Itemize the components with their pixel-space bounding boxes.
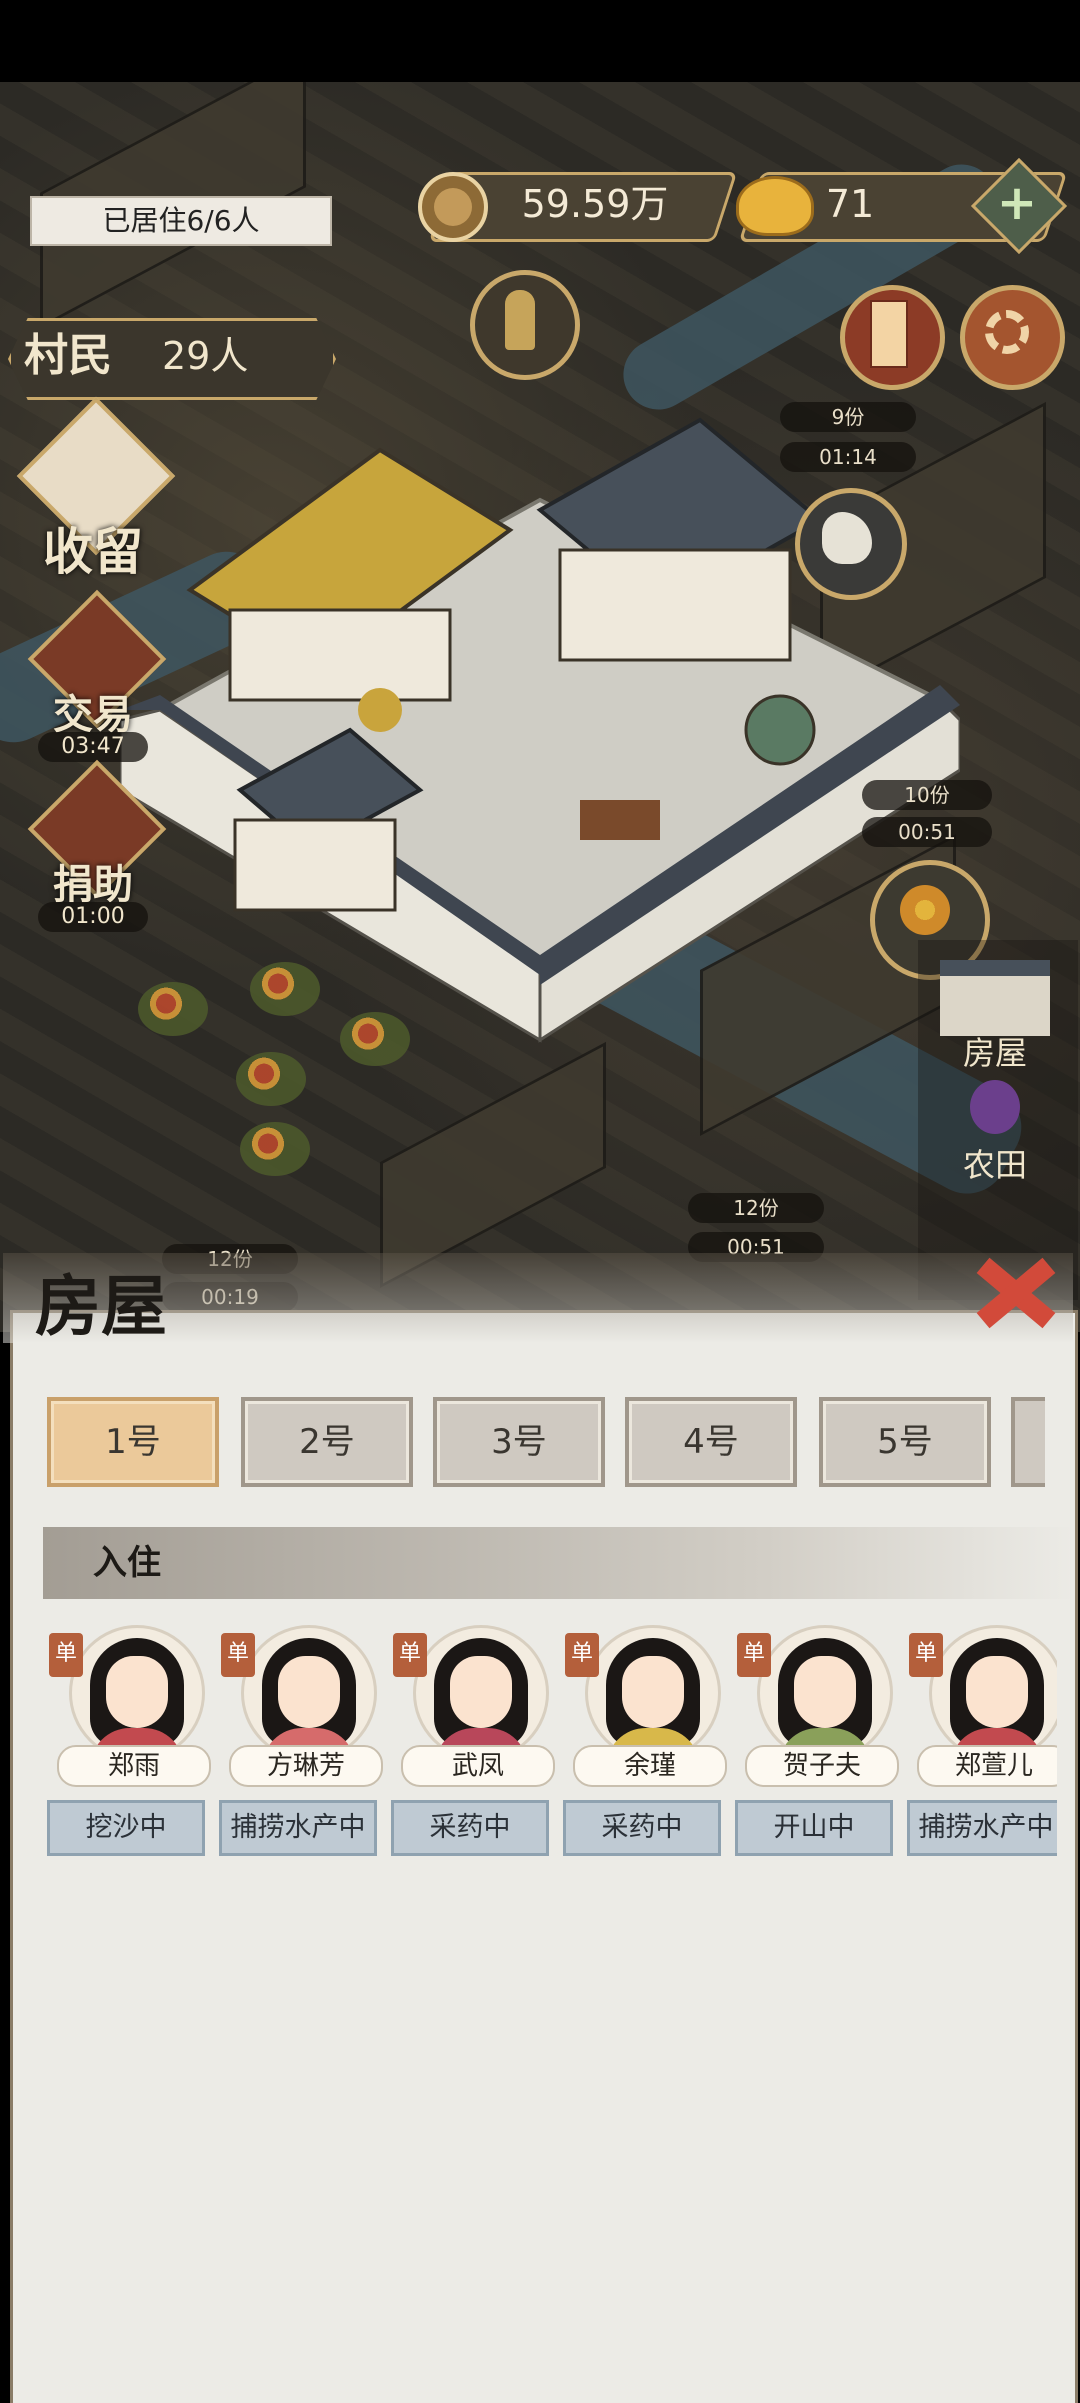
house-panel: 房屋 1号 2号 3号 4号 5号 入住 单 郑雨 挖沙中 单 方琳芳 捕捞水产… xyxy=(3,1253,1078,2403)
farm-menu-label: 农田 xyxy=(962,1146,1027,1184)
single-badge: 单 xyxy=(49,1633,83,1677)
single-badge: 单 xyxy=(909,1633,943,1677)
resident-job: 捕捞水产中 xyxy=(219,1800,377,1856)
resident-job: 捕捞水产中 xyxy=(907,1800,1057,1856)
single-badge: 单 xyxy=(737,1633,771,1677)
trade-button[interactable]: 交易 03:47 xyxy=(18,589,168,762)
tab-house-3[interactable]: 3号 xyxy=(433,1397,605,1487)
map-badge-qty: 12份 xyxy=(688,1193,824,1223)
panel-title: 房屋 xyxy=(35,1267,167,1345)
tab-house-4[interactable]: 4号 xyxy=(625,1397,797,1487)
villagers-label: 村民 xyxy=(24,330,112,381)
coin-icon xyxy=(418,172,488,242)
gate-body xyxy=(233,818,397,912)
map-badge-qty: 9份 xyxy=(780,402,916,432)
single-badge: 单 xyxy=(565,1633,599,1677)
section-title: 入住 xyxy=(93,1543,161,1583)
hall-right-body xyxy=(558,548,792,662)
letter-icon xyxy=(870,300,908,368)
basket xyxy=(358,688,402,732)
villagers-count: 29人 xyxy=(162,334,249,378)
tab-house-2[interactable]: 2号 xyxy=(241,1397,413,1487)
map-badge-time: 01:14 xyxy=(780,442,916,472)
resident-portrait xyxy=(241,1625,377,1761)
resident-portrait xyxy=(757,1625,893,1761)
close-button[interactable] xyxy=(973,1253,1059,1333)
house-icon xyxy=(940,960,1050,1036)
trade-timer: 03:47 xyxy=(38,732,148,762)
coins-value: 59.59万 xyxy=(521,182,669,226)
table xyxy=(580,800,660,840)
resident-name: 武凤 xyxy=(401,1745,555,1787)
map-badge-time: 00:51 xyxy=(862,817,992,847)
resident-card[interactable]: 单 郑雨 挖沙中 xyxy=(47,1625,219,1856)
status-bar xyxy=(0,0,1080,82)
resident-card[interactable]: 单 武凤 采药中 xyxy=(391,1625,563,1856)
gold-value: 71 xyxy=(825,182,875,226)
resident-portrait xyxy=(69,1625,205,1761)
map-badge-qty: 10份 xyxy=(862,780,992,810)
farm-menu-button[interactable]: 农田 xyxy=(920,1080,1070,1190)
gear-icon xyxy=(985,310,1029,354)
house-menu-button[interactable]: 房屋 xyxy=(920,960,1070,1080)
resident-portrait xyxy=(585,1625,721,1761)
donate-timer: 01:00 xyxy=(38,902,148,932)
wheat-icon xyxy=(505,290,535,350)
plus-icon: + xyxy=(996,175,1038,231)
shelter-label: 收留 xyxy=(43,522,143,581)
resident-portrait xyxy=(413,1625,549,1761)
resident-job: 采药中 xyxy=(391,1800,549,1856)
resident-name: 方琳芳 xyxy=(229,1745,383,1787)
shelter-button[interactable]: 收留 xyxy=(16,396,176,581)
resident-list: 单 郑雨 挖沙中 单 方琳芳 捕捞水产中 单 武凤 采药中 单 余瑾 采药中 单… xyxy=(47,1625,1057,1865)
resident-name: 郑雨 xyxy=(57,1745,211,1787)
resident-job: 挖沙中 xyxy=(47,1800,205,1856)
resident-job: 开山中 xyxy=(735,1800,893,1856)
resident-card[interactable]: 单 郑萱儿 捕捞水产中 xyxy=(907,1625,1057,1856)
resident-card[interactable]: 单 余瑾 采药中 xyxy=(563,1625,735,1856)
single-badge: 单 xyxy=(393,1633,427,1677)
tab-house-5[interactable]: 5号 xyxy=(819,1397,991,1487)
grape-icon xyxy=(970,1080,1020,1134)
single-badge: 单 xyxy=(221,1633,255,1677)
tab-house-6-partial[interactable] xyxy=(1011,1397,1045,1487)
resident-name: 余瑾 xyxy=(573,1745,727,1787)
donate-button[interactable]: 捐助 01:00 xyxy=(18,759,168,940)
resident-portrait xyxy=(929,1625,1057,1761)
well xyxy=(744,694,816,766)
flower-icon xyxy=(900,885,950,935)
hall-left-body xyxy=(228,608,452,702)
resident-job: 采药中 xyxy=(563,1800,721,1856)
residents-label: 已居住6/6人 xyxy=(30,196,332,246)
tab-house-1[interactable]: 1号 xyxy=(47,1397,219,1487)
resident-card[interactable]: 单 方琳芳 捕捞水产中 xyxy=(219,1625,391,1856)
house-menu-label: 房屋 xyxy=(962,1034,1027,1072)
resident-name: 郑萱儿 xyxy=(917,1745,1057,1787)
resident-card[interactable]: 单 贺子夫 开山中 xyxy=(735,1625,907,1856)
resident-name: 贺子夫 xyxy=(745,1745,899,1787)
